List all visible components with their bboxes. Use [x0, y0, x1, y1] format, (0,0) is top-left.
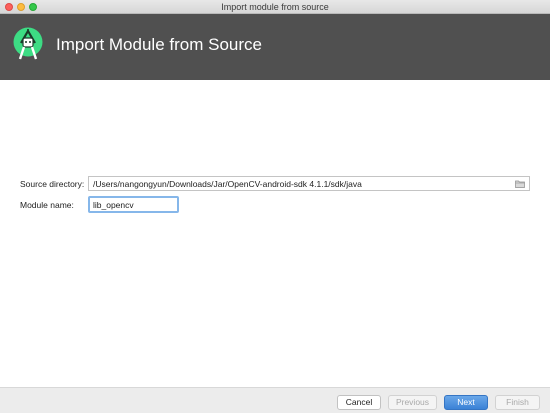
previous-button[interactable]: Previous	[388, 395, 437, 410]
module-name-input[interactable]: lib_opencv	[88, 196, 179, 213]
window-titlebar: Import module from source	[0, 0, 550, 14]
dialog-heading: Import Module from Source	[56, 35, 262, 54]
window-title: Import module from source	[221, 2, 329, 12]
source-directory-value: /Users/nangongyun/Downloads/Jar/OpenCV-a…	[93, 179, 362, 189]
android-studio-icon	[13, 27, 43, 60]
cancel-button[interactable]: Cancel	[337, 395, 381, 410]
next-button[interactable]: Next	[444, 395, 488, 410]
finish-button[interactable]: Finish	[495, 395, 540, 410]
source-directory-label: Source directory:	[20, 179, 85, 189]
module-name-label: Module name:	[20, 200, 74, 210]
source-directory-field[interactable]: /Users/nangongyun/Downloads/Jar/OpenCV-a…	[88, 176, 530, 191]
folder-icon[interactable]	[515, 180, 525, 188]
dialog-footer: Cancel Previous Next Finish	[0, 387, 550, 413]
dialog-content: Source directory: /Users/nangongyun/Down…	[0, 80, 550, 387]
dialog-header: Import Module from Source	[0, 14, 550, 80]
module-name-value: lib_opencv	[93, 200, 134, 210]
